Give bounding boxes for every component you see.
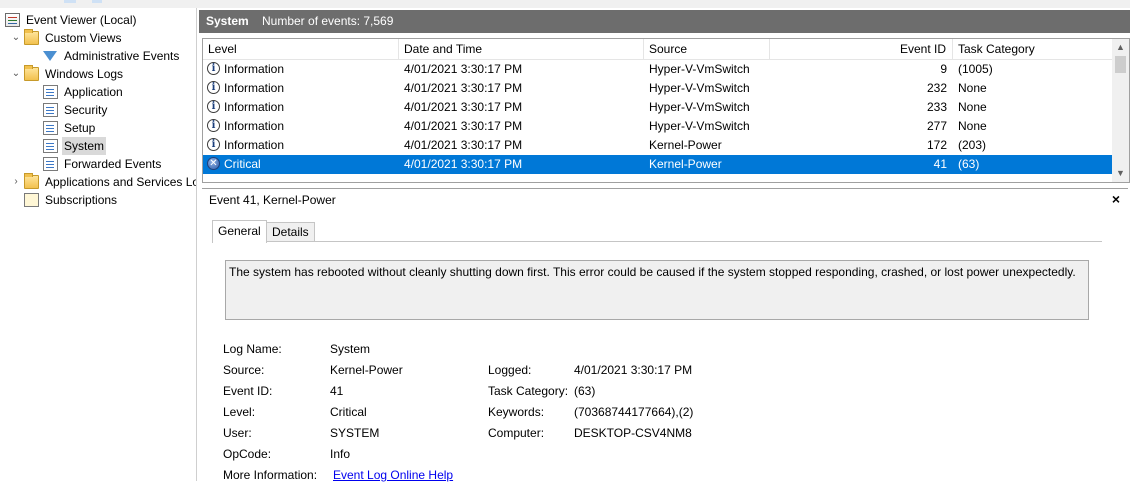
filter-icon (43, 51, 57, 61)
folder-icon (24, 65, 39, 81)
value-task-category: (63) (574, 384, 596, 398)
event-log-online-help-link[interactable]: Event Log Online Help (333, 466, 453, 484)
subscriptions-icon (24, 193, 39, 207)
navigation-tree: Event Viewer (Local) ⌄ Custom Views Admi… (0, 8, 197, 481)
value-user: SYSTEM (330, 426, 380, 440)
value-event-id: 41 (330, 384, 344, 398)
event-row[interactable]: i Information 4/01/2021 3:30:17 PM Hyper… (203, 117, 1112, 136)
information-icon: i (207, 62, 220, 75)
information-icon: i (207, 138, 220, 151)
label-more-information: More Information: (223, 468, 318, 482)
log-icon (43, 103, 58, 117)
information-icon: i (207, 81, 220, 94)
label-opcode: OpCode: (223, 447, 272, 461)
column-header-task-category[interactable]: Task Category (953, 39, 1112, 59)
event-list[interactable]: Level Date and Time Source Event ID Task… (202, 38, 1130, 183)
label-level: Level: (223, 405, 256, 419)
window-top-strip (0, 0, 1130, 8)
log-icon (43, 121, 58, 135)
event-row[interactable]: i Information 4/01/2021 3:30:17 PM Hyper… (203, 60, 1112, 79)
folder-icon (24, 173, 39, 189)
log-icon (43, 85, 58, 99)
collapse-icon[interactable]: ⌄ (10, 65, 22, 83)
value-opcode: Info (330, 447, 351, 461)
general-tab-panel: The system has rebooted without cleanly … (212, 241, 1102, 483)
toolbar-highlight (92, 0, 102, 3)
event-details-pane: Event 41, Kernel-Power × General Details… (202, 188, 1128, 482)
label-task-category: Task Category: (488, 384, 569, 398)
label-log-name: Log Name: (223, 342, 282, 356)
event-message: The system has rebooted without cleanly … (225, 260, 1089, 320)
tab-general[interactable]: General (212, 220, 267, 243)
tab-details[interactable]: Details (266, 222, 315, 242)
label-logged: Logged: (488, 363, 532, 377)
event-details-title: Event 41, Kernel-Power (209, 193, 336, 207)
information-icon: i (207, 100, 220, 113)
event-viewer-icon (5, 13, 20, 27)
scroll-down-arrow-icon[interactable]: ▼ (1112, 165, 1129, 182)
column-header-source[interactable]: Source (644, 39, 770, 59)
scroll-up-arrow-icon[interactable]: ▲ (1112, 39, 1129, 56)
event-count: Number of events: 7,569 (262, 14, 394, 28)
column-header-level[interactable]: Level (203, 39, 399, 59)
main-pane: System Number of events: 7,569 Level Dat… (199, 8, 1130, 482)
label-event-id: Event ID: (223, 384, 273, 398)
information-icon: i (207, 119, 220, 132)
value-computer: DESKTOP-CSV4NM8 (574, 426, 692, 440)
label-keywords: Keywords: (488, 405, 545, 419)
expand-icon[interactable]: › (10, 173, 22, 191)
column-header-row: Level Date and Time Source Event ID Task… (203, 39, 1112, 60)
value-logged: 4/01/2021 3:30:17 PM (574, 363, 693, 377)
event-row[interactable]: i Information 4/01/2021 3:30:17 PM Kerne… (203, 136, 1112, 155)
label-computer: Computer: (488, 426, 545, 440)
event-list-scrollbar[interactable]: ▲ ▼ (1112, 39, 1129, 182)
label-user: User: (223, 426, 252, 440)
column-header-datetime[interactable]: Date and Time (399, 39, 644, 59)
toolbar-highlight (64, 0, 76, 3)
collapse-icon[interactable]: ⌄ (10, 29, 22, 47)
log-header-bar: System Number of events: 7,569 (199, 10, 1130, 33)
value-keywords: (70368744177664),(2) (574, 405, 694, 419)
scrollbar-thumb[interactable] (1115, 56, 1126, 73)
column-header-event-id[interactable]: Event ID (770, 39, 953, 59)
value-source: Kernel-Power (330, 363, 403, 377)
label-source: Source: (223, 363, 265, 377)
close-icon[interactable]: × (1112, 191, 1120, 207)
value-log-name: System (330, 342, 371, 356)
event-row-selected[interactable]: ✕ Critical 4/01/2021 3:30:17 PM Kernel-P… (203, 155, 1112, 174)
log-title: System (206, 14, 249, 28)
log-icon (43, 157, 58, 171)
event-row[interactable]: i Information 4/01/2021 3:30:17 PM Hyper… (203, 98, 1112, 117)
critical-icon: ✕ (207, 157, 220, 170)
event-row[interactable]: i Information 4/01/2021 3:30:17 PM Hyper… (203, 79, 1112, 98)
value-level: Critical (330, 405, 367, 419)
folder-icon (24, 29, 39, 45)
log-icon (43, 139, 58, 153)
